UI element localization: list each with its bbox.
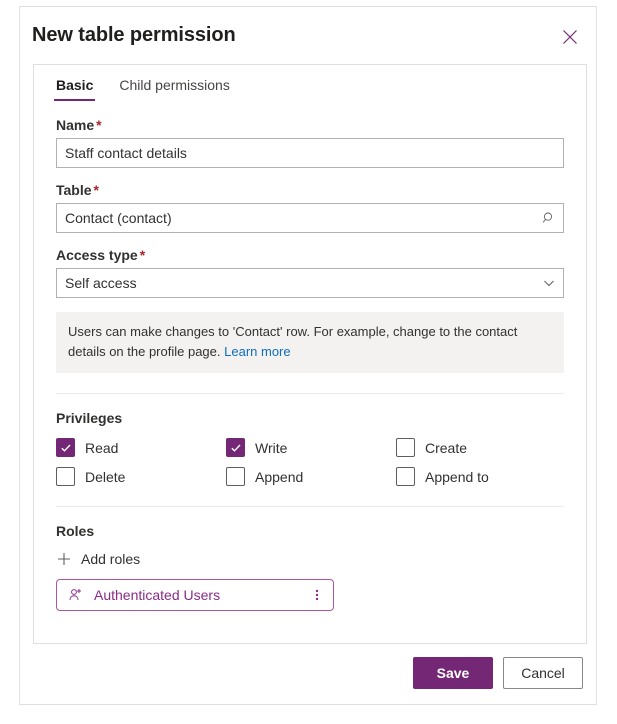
cancel-button[interactable]: Cancel [503, 657, 583, 689]
info-text: Users can make changes to 'Contact' row.… [68, 324, 518, 360]
close-icon[interactable] [554, 21, 586, 53]
name-label: Name * [56, 117, 102, 133]
permission-form: Name* Table* [34, 101, 586, 612]
field-name: Name * [56, 117, 564, 168]
required-marker: * [139, 247, 146, 263]
page-title: New table permission [32, 24, 236, 46]
field-access-type: Access type * Self access [56, 247, 564, 298]
checkbox-box[interactable] [56, 467, 75, 487]
checkbox-read[interactable]: Read [56, 438, 226, 458]
tab-list: Basic Child permissions [34, 65, 586, 101]
checkbox-label: Delete [85, 468, 126, 485]
tab-basic[interactable]: Basic [54, 77, 96, 101]
field-table: Table * [56, 182, 564, 233]
checkbox-box[interactable] [56, 438, 75, 458]
divider-privileges [56, 393, 564, 395]
privileges-title: Privileges [56, 410, 123, 427]
checkbox-box[interactable] [396, 467, 415, 487]
access-type-select[interactable]: Self access [56, 268, 564, 298]
name-input-wrap[interactable] [56, 138, 564, 168]
divider-roles [56, 506, 564, 508]
access-type-value: Self access [65, 275, 137, 291]
checkbox-box[interactable] [226, 438, 245, 458]
name-input[interactable] [57, 139, 563, 167]
role-chip-authenticated-users[interactable]: Authenticated Users [56, 579, 334, 612]
tab-child-permissions[interactable]: Child permissions [117, 77, 231, 101]
checkbox-box[interactable] [396, 438, 415, 458]
table-input-wrap[interactable] [56, 203, 564, 233]
checkbox-append-to[interactable]: Append to [396, 467, 566, 487]
form-card: Basic Child permissions Name* Table* [33, 64, 587, 644]
roles-title: Roles [56, 523, 95, 540]
privileges-grid: Read Write Create Delete Append Append t… [56, 438, 566, 487]
checkbox-label: Append to [425, 468, 489, 485]
checkbox-label: Create [425, 439, 468, 456]
checkbox-label: Read [85, 439, 119, 456]
chevron-down-icon[interactable] [535, 269, 563, 297]
table-label: Table * [56, 182, 99, 198]
plus-icon [56, 551, 72, 567]
add-roles-button[interactable]: Add roles [56, 551, 140, 567]
checkbox-delete[interactable]: Delete [56, 467, 226, 487]
panel-header: New table permission [20, 7, 596, 64]
more-vertical-icon[interactable] [307, 582, 327, 608]
checkbox-label: Append [255, 468, 304, 485]
checkbox-write[interactable]: Write [226, 438, 396, 458]
checkbox-box[interactable] [226, 467, 245, 487]
checkbox-create[interactable]: Create [396, 438, 566, 458]
add-roles-label: Add roles [81, 551, 141, 568]
required-marker: * [93, 182, 99, 198]
checkbox-label: Write [255, 439, 288, 456]
panel-footer: Save Cancel [20, 657, 596, 705]
person-add-icon [67, 586, 85, 604]
required-marker: * [96, 117, 102, 133]
save-button[interactable]: Save [413, 657, 493, 689]
new-table-permission-panel: New table permission Basic Child permiss… [19, 6, 597, 705]
access-type-label: Access type * [56, 247, 146, 263]
checkbox-append[interactable]: Append [226, 467, 396, 487]
learn-more-link[interactable]: Learn more [224, 344, 290, 359]
search-icon[interactable] [535, 204, 563, 232]
table-input[interactable] [57, 204, 535, 232]
role-chip-label: Authenticated Users [94, 587, 221, 604]
access-type-info: Users can make changes to 'Contact' row.… [56, 312, 564, 374]
